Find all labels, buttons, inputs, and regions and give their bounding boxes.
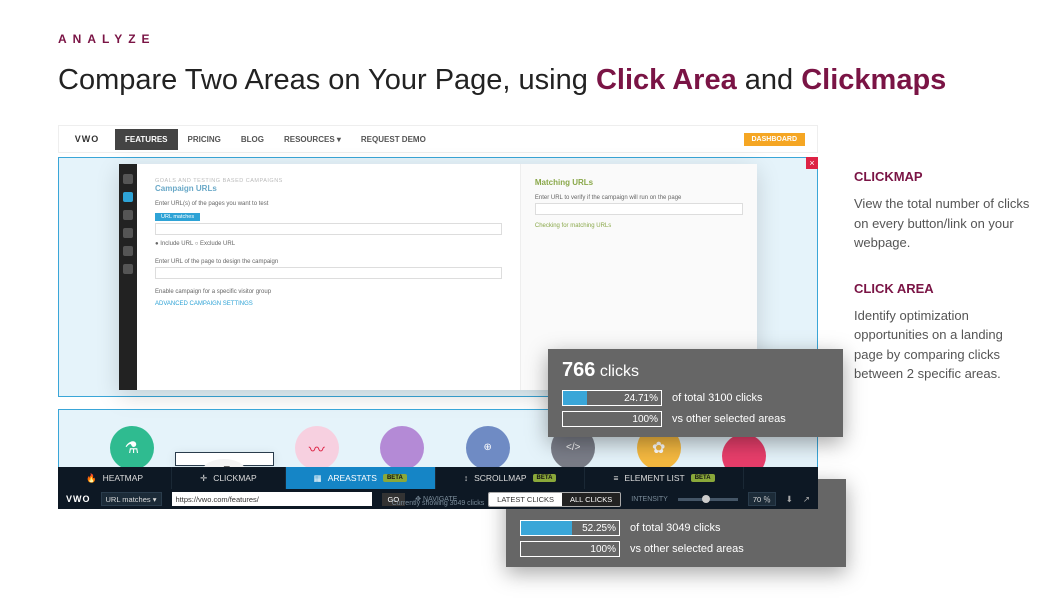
clickmap-body: View the total number of clicks on every… [854, 194, 1034, 253]
nav-pricing[interactable]: PRICING [178, 135, 231, 144]
form-side-rail [119, 164, 137, 390]
section-eyebrow: ANALYZE [58, 32, 1061, 46]
close-icon[interactable]: × [806, 157, 818, 169]
nav-resources[interactable]: RESOURCES ▾ [274, 135, 351, 144]
intensity-slider[interactable] [678, 498, 738, 501]
heatmap-toolbar: 🔥 HEATMAP ✛ CLICKMAP ▦ AREASTATS BETA ↕ SCROL… [58, 467, 818, 509]
pct-bar-vs: 100% [520, 541, 620, 557]
dashboard-button[interactable]: DASHBOARD [744, 133, 806, 146]
download-icon[interactable]: ⬇ [786, 494, 793, 505]
flame-icon: 🔥 [86, 473, 97, 484]
pct-value: 100% [632, 412, 658, 426]
vwo-logo-small: VWO [66, 494, 91, 504]
code-icon: </> [566, 442, 580, 453]
advanced-settings-link[interactable]: ADVANCED CAMPAIGN SETTINGS [155, 301, 502, 307]
tab-label: AREASTATS [328, 473, 377, 483]
label-test-urls: Enter URL(s) of the pages you want to te… [155, 201, 502, 207]
form-left-panel: GOALS AND TESTING BASED CAMPAIGNS Campai… [137, 164, 521, 390]
clickmap-heading: CLICKMAP [854, 169, 1034, 184]
tab-label: HEATMAP [103, 473, 143, 483]
visitor-group-toggle[interactable]: Enable campaign for a specific visitor g… [155, 289, 502, 295]
verify-url-input[interactable] [535, 203, 743, 215]
click-count: 766 [562, 359, 595, 381]
crosshair-icon: ✛ [200, 473, 207, 484]
clicks-word: clicks [600, 363, 639, 380]
nav-request-demo[interactable]: REQUEST DEMO [351, 135, 436, 144]
url-match-chip[interactable]: URL matches [155, 213, 200, 221]
gear-icon[interactable] [123, 264, 133, 274]
pct-bar-vs: 100% [562, 411, 662, 427]
title-prefix: Compare Two Areas on Your Page, using [58, 64, 596, 96]
tab-scrollmap[interactable]: ↕ SCROLLMAP BETA [436, 467, 586, 489]
flask-icon: ⚗ [125, 438, 139, 458]
tab-label: ELEMENT LIST [624, 473, 684, 483]
tab-heatmap[interactable]: 🔥 HEATMAP [58, 467, 172, 489]
home-icon[interactable] [123, 174, 133, 184]
pct-suffix: vs other selected areas [630, 543, 744, 555]
matching-urls-subtitle: Enter URL to verify if the campaign will… [535, 195, 743, 201]
form-title: Campaign URLs [155, 184, 502, 193]
pct-bar-total: 52.25% [520, 520, 620, 536]
pct-suffix: of total 3100 clicks [672, 392, 763, 404]
tab-areastats[interactable]: ▦ AREASTATS BETA [286, 467, 436, 489]
tab-label: CLICKMAP [213, 473, 256, 483]
vwo-logo: VWO [59, 134, 115, 144]
menu-icon[interactable] [123, 210, 133, 220]
pct-value: 24.71% [624, 391, 658, 405]
url-input-1[interactable] [155, 223, 502, 235]
clickarea-heading: CLICK AREA [854, 281, 1034, 296]
beta-badge: BETA [533, 474, 557, 482]
clickarea-body: Identify optimization opportunities on a… [854, 306, 1034, 384]
url-field[interactable]: https://vwo.com/features/ [172, 492, 372, 506]
grid-icon: ▦ [314, 473, 322, 484]
feature-visual-editor[interactable]: Visual Editor [175, 452, 275, 466]
chart-icon: 〰 [309, 436, 325, 460]
currently-showing-label: Currently showing 3049 clicks [392, 500, 485, 507]
beta-badge: BETA [691, 474, 715, 482]
plus-icon[interactable] [123, 192, 133, 202]
chart-icon[interactable] [123, 246, 133, 256]
pct-value: 100% [590, 542, 616, 556]
matching-urls-title: Matching URLs [535, 178, 743, 187]
opacity-select[interactable]: 70 ％ [748, 492, 776, 506]
page-title: Compare Two Areas on Your Page, using Cl… [58, 64, 1061, 97]
include-exclude-toggle[interactable]: ● Include URL ○ Exclude URL [155, 241, 502, 247]
embedded-top-nav: VWO FEATURES PRICING BLOG RESOURCES ▾ RE… [58, 125, 818, 153]
list-icon: ≡ [613, 473, 618, 483]
url-input-2[interactable] [155, 267, 502, 279]
nav-blog[interactable]: BLOG [231, 135, 274, 144]
intensity-label: INTENSITY [631, 496, 668, 503]
beta-badge: BETA [383, 474, 407, 482]
all-clicks-pill[interactable]: ALL CLICKS [562, 493, 620, 506]
checking-label: Checking for matching URLs [535, 223, 743, 229]
pct-bar-total: 24.71% [562, 390, 662, 406]
globe-icon: ⊕ [484, 442, 492, 453]
title-bold-clickmaps: Clickmaps [801, 64, 946, 96]
nav-features[interactable]: FEATURES [115, 129, 178, 150]
title-bold-click-area: Click Area [596, 64, 737, 96]
url-match-select[interactable]: URL matches ▾ [101, 492, 162, 506]
gear-icon: ✿ [652, 438, 665, 458]
scroll-icon: ↕ [464, 473, 468, 483]
pct-suffix: vs other selected areas [672, 413, 786, 425]
title-mid: and [737, 64, 802, 96]
label-design-url: Enter URL of the page to design the camp… [155, 259, 502, 265]
screenshot-viewport: VWO FEATURES PRICING BLOG RESOURCES ▾ RE… [58, 125, 818, 509]
grid-icon[interactable] [123, 228, 133, 238]
tab-clickmap[interactable]: ✛ CLICKMAP [172, 467, 286, 489]
tab-label: SCROLLMAP [474, 473, 526, 483]
toolbar-tabs: 🔥 HEATMAP ✛ CLICKMAP ▦ AREASTATS BETA ↕ SCROL… [58, 467, 818, 489]
clickstats-tooltip-1: 766 clicks 24.71% of total 3100 clicks 1… [548, 349, 843, 437]
share-icon[interactable]: ↗ [803, 494, 810, 505]
pct-value: 52.25% [582, 521, 616, 535]
explainer-sidebar: CLICKMAP View the total number of clicks… [854, 125, 1034, 509]
clicks-filter[interactable]: LATEST CLICKS ALL CLICKS [488, 492, 621, 507]
tab-element-list[interactable]: ≡ ELEMENT LIST BETA [585, 467, 743, 489]
pct-suffix: of total 3049 clicks [630, 522, 721, 534]
latest-clicks-pill[interactable]: LATEST CLICKS [489, 493, 562, 506]
